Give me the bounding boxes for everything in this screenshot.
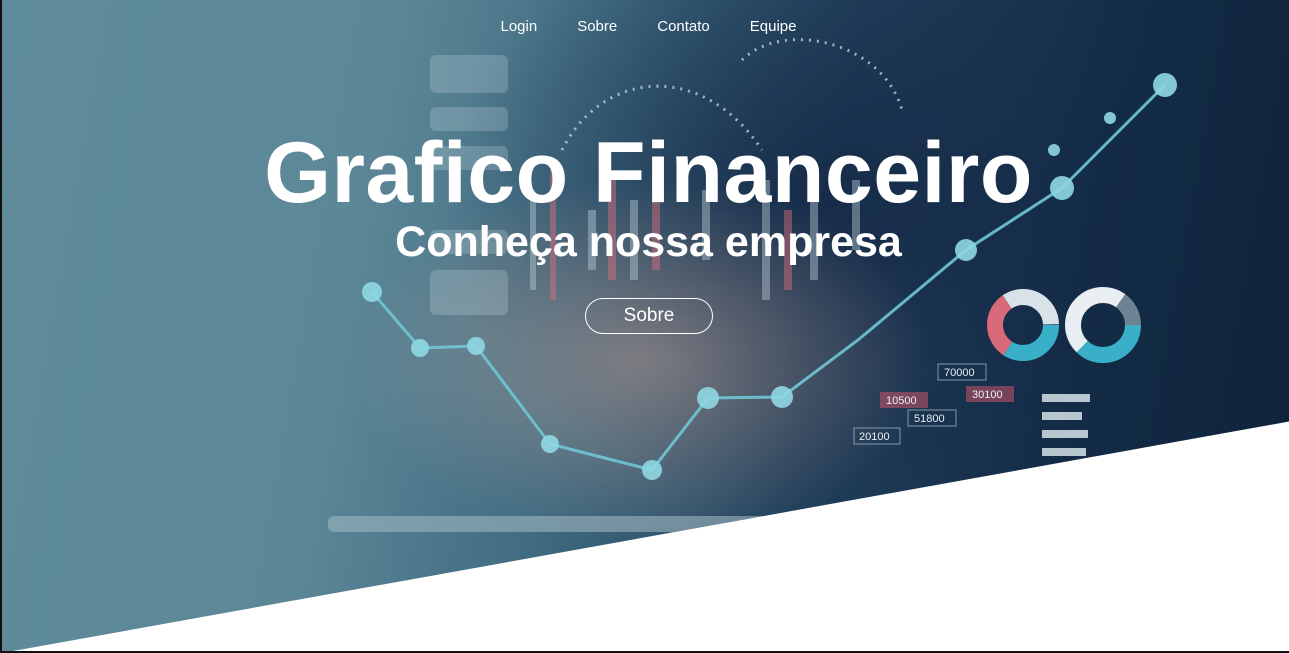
nav-link-sobre[interactable]: Sobre bbox=[577, 18, 617, 35]
hero-title: Grafico Financeiro bbox=[264, 125, 1033, 221]
page-frame: 70000 30100 10500 51800 20100 Login Sobr… bbox=[0, 0, 1289, 653]
chart-label-10500: 10500 bbox=[886, 395, 917, 407]
nav-link-login[interactable]: Login bbox=[501, 18, 538, 35]
top-navigation: Login Sobre Contato Equipe bbox=[2, 18, 1289, 35]
hero-subtitle: Conheça nossa empresa bbox=[395, 218, 902, 266]
nav-link-contato[interactable]: Contato bbox=[657, 18, 710, 35]
nav-link-equipe[interactable]: Equipe bbox=[750, 18, 797, 35]
chart-label-51800: 51800 bbox=[914, 413, 945, 425]
chart-label-30100: 30100 bbox=[972, 389, 1003, 401]
sobre-button[interactable]: Sobre bbox=[585, 298, 713, 334]
chart-label-70000: 70000 bbox=[944, 367, 975, 379]
chart-label-20100: 20100 bbox=[859, 431, 890, 443]
